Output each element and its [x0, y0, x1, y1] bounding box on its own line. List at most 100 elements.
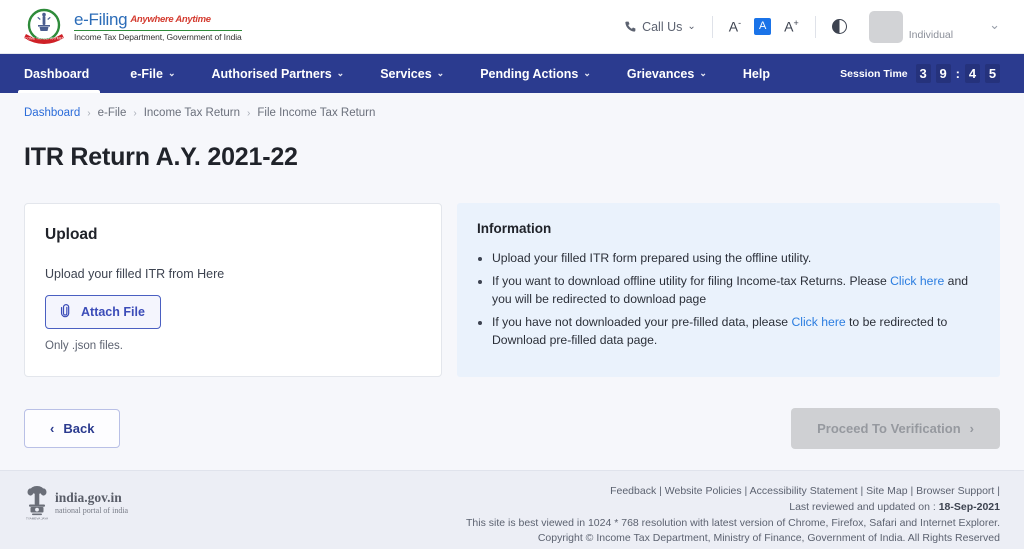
brand-block[interactable]: INCOME TAX DEPARTMENT e-Filing Anywhere A… — [0, 7, 242, 47]
footer-link-website-policies[interactable]: Website Policies — [665, 485, 742, 497]
chevron-right-icon: › — [969, 421, 974, 436]
footer-best-viewed: This site is best viewed in 1024 * 768 r… — [465, 516, 1000, 529]
paperclip-icon — [57, 302, 78, 323]
site-footer: SATYAMEVA JAYATE india.gov.in national p… — [0, 470, 1024, 549]
attach-file-label: Attach File — [81, 305, 145, 319]
upload-card-subtitle: Upload your filled ITR from Here — [45, 267, 225, 281]
main-navbar: Dashboard e-File ⌄ Authorised Partners ⌄… — [0, 54, 1024, 93]
nav-items: Dashboard e-File ⌄ Authorised Partners ⌄… — [0, 54, 788, 93]
user-chevron-down-icon[interactable]: ⌄ — [989, 11, 1000, 33]
chevron-down-icon: ⌄ — [687, 21, 696, 32]
nav-item-dashboard[interactable]: Dashboard — [0, 54, 112, 93]
font-size-controls: A- A A+ — [729, 18, 799, 35]
footer-reviewed-date: 18-Sep-2021 — [938, 500, 1000, 513]
font-increase-button[interactable]: A+ — [784, 19, 799, 34]
chevron-down-icon: ⌄ — [167, 68, 176, 78]
main-content: Dashboard › e-File › Income Tax Return ›… — [0, 93, 1024, 470]
session-digit: 9 — [935, 64, 951, 83]
font-decrease-label: A — [728, 18, 739, 35]
ashoka-emblem-icon: SATYAMEVA JAYATE — [22, 485, 52, 521]
brand-title: e-Filing Anywhere Anytime — [74, 11, 242, 29]
india-gov-logo[interactable]: SATYAMEVA JAYATE india.gov.in national p… — [22, 485, 129, 521]
list-item: If you want to download offline utility … — [492, 272, 980, 309]
nav-item-pending-actions[interactable]: Pending Actions ⌄ — [462, 54, 609, 93]
svg-text:INCOME TAX DEPARTMENT: INCOME TAX DEPARTMENT — [22, 36, 66, 40]
footer-link-browser-support[interactable]: Browser Support — [916, 485, 994, 497]
attach-file-button[interactable]: Attach File — [45, 295, 161, 329]
bullet-text: Upload your filled ITR form prepared usi… — [492, 251, 812, 265]
back-button[interactable]: ‹ Back — [24, 409, 121, 448]
avatar — [868, 10, 903, 43]
breadcrumb-item-dashboard[interactable]: Dashboard — [24, 107, 80, 119]
upload-card: Upload Upload your filled ITR from Here … — [24, 203, 442, 377]
nav-item-efile[interactable]: e-File ⌄ — [112, 54, 193, 93]
brand-text: e-Filing Anywhere Anytime Income Tax Depa… — [74, 11, 242, 42]
upload-hint: Only .json files. — [45, 340, 123, 352]
session-digit: 3 — [915, 64, 931, 83]
session-colon: : — [955, 66, 960, 81]
footer-link-separator: | — [907, 485, 917, 497]
nav-item-authorised-partners[interactable]: Authorised Partners ⌄ — [194, 54, 363, 93]
contrast-icon[interactable] — [831, 19, 847, 34]
information-title: Information — [477, 221, 552, 236]
chevron-down-icon: ⌄ — [583, 68, 591, 78]
gov-logo-text: india.gov.in national portal of india — [55, 489, 129, 516]
footer-reviewed-label: Last reviewed and updated on : — [789, 500, 939, 513]
breadcrumb: Dashboard › e-File › Income Tax Return ›… — [24, 93, 1000, 119]
footer-link-separator: | — [857, 485, 867, 497]
phone-icon — [625, 21, 636, 32]
brand-divider — [74, 30, 242, 31]
font-decrease-button[interactable]: A- — [729, 19, 741, 34]
font-normal-button[interactable]: A — [754, 18, 772, 35]
session-timer-label: Session Time — [840, 67, 908, 80]
nav-item-grievances[interactable]: Grievances ⌄ — [609, 54, 725, 93]
chevron-left-icon: ‹ — [50, 421, 55, 436]
user-menu[interactable]: Individual — [868, 10, 954, 43]
breadcrumb-separator: › — [247, 107, 251, 119]
breadcrumb-item-file-income-tax-return: File Income Tax Return — [257, 107, 376, 119]
svg-text:SATYAMEVA JAYATE: SATYAMEVA JAYATE — [26, 516, 48, 520]
user-type-label: Individual — [908, 28, 954, 41]
list-item: If you have not downloaded your pre-fill… — [492, 313, 980, 350]
nav-item-help[interactable]: Help — [725, 54, 788, 93]
back-button-label: Back — [63, 421, 95, 436]
chevron-down-icon: ⌄ — [336, 68, 345, 78]
font-increase-sup: + — [793, 18, 799, 29]
chevron-down-icon: ⌄ — [436, 68, 445, 78]
nav-item-services[interactable]: Services ⌄ — [362, 54, 462, 93]
header-tools: Call Us ⌄ A- A A+ Individual ⌄ — [624, 10, 1024, 43]
footer-link-accessibility-statement[interactable]: Accessibility Statement — [750, 485, 858, 497]
nav-label: Pending Actions — [480, 66, 579, 81]
brand-subtitle: Income Tax Department, Government of Ind… — [74, 32, 242, 42]
click-here-link[interactable]: Click here — [791, 315, 845, 329]
chevron-down-icon: ⌄ — [699, 68, 707, 78]
upload-card-title: Upload — [45, 226, 98, 243]
bullet-text: If you want to download offline utility … — [492, 273, 891, 288]
footer-link-site-map[interactable]: Site Map — [866, 485, 907, 497]
gov-logo-subtitle: national portal of india — [55, 505, 129, 515]
header-divider-1 — [711, 15, 713, 38]
footer-text-block: Feedback | Website Policies | Accessibil… — [466, 485, 1000, 544]
footer-link-separator: | — [656, 485, 665, 497]
footer-copyright: Copyright © Income Tax Department, Minis… — [537, 532, 1000, 544]
breadcrumb-item-efile[interactable]: e-File — [98, 107, 127, 119]
session-timer: Session Time 3 9 : 4 5 — [840, 64, 1024, 83]
page-title: ITR Return A.Y. 2021-22 — [24, 143, 298, 171]
call-us-dropdown[interactable]: Call Us ⌄ — [624, 20, 696, 34]
income-tax-logo-icon: INCOME TAX DEPARTMENT — [22, 7, 66, 47]
breadcrumb-separator: › — [87, 107, 91, 119]
breadcrumb-separator: › — [133, 107, 137, 119]
click-here-link[interactable]: Click here — [890, 274, 944, 288]
gov-logo-title: india.gov.in — [55, 489, 122, 505]
breadcrumb-item-income-tax-return[interactable]: Income Tax Return — [144, 107, 240, 119]
action-buttons-row: ‹ Back Proceed To Verification › — [24, 408, 1000, 449]
footer-links: Feedback | Website Policies | Accessibil… — [466, 485, 1000, 497]
proceed-button-label: Proceed To Verification — [817, 421, 961, 436]
session-digit: 4 — [965, 64, 980, 83]
proceed-to-verification-button[interactable]: Proceed To Verification › — [791, 408, 1000, 449]
header-divider-2 — [814, 15, 816, 38]
brand-tagline: Anywhere Anytime — [130, 14, 211, 25]
footer-link-feedback[interactable]: Feedback — [610, 485, 656, 497]
call-us-label: Call Us — [642, 19, 683, 34]
information-bullet-list: Upload your filled ITR form prepared usi… — [477, 249, 980, 350]
